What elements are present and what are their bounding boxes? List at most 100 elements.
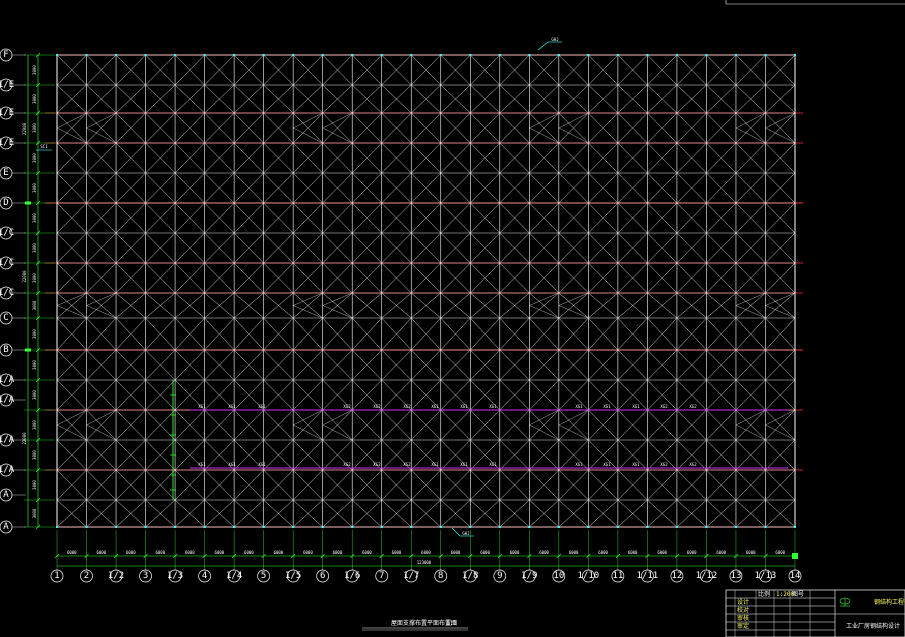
grid-bubble-left-label: D — [3, 198, 8, 208]
grid-bubble-bottom-label: 7 — [379, 571, 384, 581]
purlin-label: XG1 — [575, 404, 583, 409]
purlin-label: XG1 — [431, 462, 439, 467]
purlin-label: XG1 — [632, 462, 640, 467]
grid-bubble-left-label: A — [3, 490, 9, 500]
purlin-label: XG2 — [373, 462, 381, 467]
node-marker — [469, 54, 472, 56]
purlin-label: XG1 — [603, 404, 611, 409]
top-right-frame — [725, 0, 905, 5]
left-dimension-text: 3000 — [32, 420, 37, 430]
bottom-dimension-text: 6000 — [185, 550, 195, 555]
bottom-dimension-text: 6000 — [598, 550, 608, 555]
brace-diagonal-extra — [529, 292, 559, 306]
brace-diagonal-extra — [765, 112, 796, 129]
brace-diagonal-extra — [86, 127, 117, 144]
brace-diagonal-extra — [293, 424, 323, 441]
brace-diagonal-extra — [558, 409, 589, 426]
left-dimension-text: 3000 — [32, 508, 37, 518]
bottom-dimension-text: 6000 — [716, 550, 726, 555]
node-marker — [794, 54, 796, 56]
node-marker — [85, 526, 88, 528]
bottom-dimension-text: 6000 — [274, 550, 284, 555]
grid-bubble-left-label: E — [3, 168, 8, 178]
brace-diagonal-extra — [765, 305, 796, 319]
bottom-dimension-text: 6000 — [539, 550, 549, 555]
node-marker — [616, 54, 619, 56]
purlin-label: XG1 — [575, 462, 583, 467]
left-dimension-text: 3000 — [32, 65, 37, 75]
brace-diagonal-extra — [558, 112, 589, 129]
grid-bubble-left-label: 1/C — [0, 288, 14, 298]
node-marker — [380, 54, 383, 56]
node-marker — [439, 54, 442, 56]
node-marker — [616, 526, 619, 528]
purlin-label: XG2 — [403, 462, 411, 467]
node-marker — [498, 54, 501, 56]
bottom-dimension-text: 6000 — [362, 550, 372, 555]
node-marker — [174, 526, 177, 528]
grid-bubble-left-label: 1/C — [0, 258, 14, 268]
truss-lines-layer — [56, 54, 796, 528]
brace-diagonal-extra — [322, 292, 353, 306]
grid-bubble-bottom-label: 14 — [790, 571, 801, 581]
bottom-dimension-text: 6000 — [451, 550, 461, 555]
purlin-label: XG1 — [258, 404, 266, 409]
bottom-dimension-text: 6000 — [303, 550, 313, 555]
left-dimension-text: 3000 — [32, 450, 37, 460]
title-block-project: 工业厂房钢结构设计 — [846, 622, 900, 630]
brace-diagonal-extra — [735, 127, 766, 144]
left-group-dimension-text: 22000 — [22, 432, 27, 445]
grid-bubble-bottom-label: 2 — [84, 571, 89, 581]
left-dimension-text: 3000 — [32, 183, 37, 193]
node-marker — [794, 526, 796, 528]
brace-diagonal-extra — [765, 409, 796, 426]
node-marker — [115, 54, 118, 56]
node-marker — [233, 526, 236, 528]
bottom-dimension-text: 6000 — [215, 550, 225, 555]
node-marker — [292, 54, 295, 56]
brace-diagonal-extra — [293, 305, 323, 319]
grid-bubble-bottom-label: 1/2 — [108, 571, 124, 581]
brace-diagonal-extra — [529, 127, 559, 144]
left-section-tag: SC1 — [36, 144, 52, 151]
title-block-row-0: 设计 — [737, 598, 749, 606]
purlin-label: XG1 — [228, 462, 236, 467]
brace-diagonal-extra — [322, 127, 353, 144]
node-marker — [203, 54, 206, 56]
grid-bubble-left-label: 1/A — [0, 435, 15, 445]
grid-bubble-bottom-label: 1 — [54, 571, 59, 581]
grid-bubble-bottom-label: 1/10 — [578, 571, 600, 581]
bottom-dimension-text: 6000 — [392, 550, 402, 555]
purlin-label: XG1 — [632, 404, 640, 409]
node-marker — [764, 54, 767, 56]
bottom-dimension-text: 6000 — [421, 550, 431, 555]
brace-diagonal-extra — [765, 127, 796, 144]
purlin-label: XG1 — [258, 462, 266, 467]
left-dimension-text: 3000 — [32, 390, 37, 400]
title-block-scale-label: 比例 — [758, 590, 770, 598]
grid-bubble-bottom-label: 3 — [143, 571, 148, 581]
brace-diagonal-extra — [86, 409, 117, 426]
brace-diagonal-extra — [86, 305, 117, 319]
bottom-dimension-text: 6000 — [687, 550, 697, 555]
company-logo-icon — [839, 597, 851, 607]
node-marker — [56, 54, 58, 56]
grid-bubble-left-label: 1/A — [0, 395, 15, 405]
brace-diagonal-extra — [558, 424, 589, 441]
node-marker — [646, 526, 649, 528]
brace-diagonal-extra — [293, 127, 323, 144]
brace-diagonal-extra — [56, 424, 87, 441]
purlin-label: XG2 — [660, 462, 668, 467]
purlin-label: XG2 — [403, 404, 411, 409]
grid-bubble-left-label: 1/E — [0, 138, 14, 148]
brace-diagonal-extra — [765, 424, 796, 441]
grid-bubble-bottom-label: 1/6 — [344, 571, 360, 581]
brace-diagonal-extra — [529, 424, 559, 441]
brace-diagonal-extra — [293, 409, 323, 426]
brace-diagonal-extra — [558, 305, 589, 319]
node-marker — [351, 526, 354, 528]
grid-bubble-bottom-label: 10 — [553, 571, 564, 581]
purlin-label: XG2 — [343, 404, 351, 409]
grid-bubble-bottom-label: 13 — [731, 571, 742, 581]
bottom-dimension-text: 6000 — [657, 550, 667, 555]
